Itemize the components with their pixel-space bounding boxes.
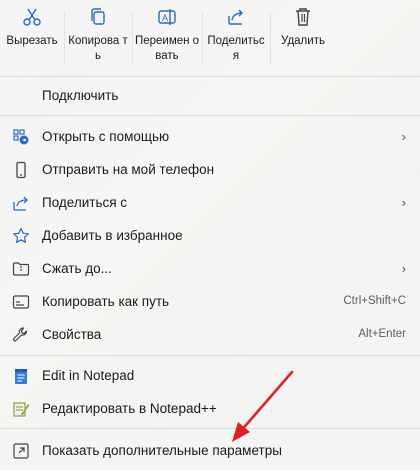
trash-icon bbox=[296, 8, 310, 26]
share-with-item[interactable]: Поделиться с › bbox=[0, 188, 420, 218]
notepad-plus-plus-icon bbox=[13, 402, 30, 417]
add-favorites-label: Добавить в избранное bbox=[42, 228, 183, 243]
menu-divider bbox=[0, 355, 420, 356]
share-icon bbox=[13, 196, 28, 211]
rename-icon: A bbox=[158, 9, 176, 25]
star-icon bbox=[13, 227, 29, 243]
menu-divider bbox=[0, 115, 420, 116]
open-with-icon bbox=[13, 129, 29, 145]
scissors-icon bbox=[23, 8, 41, 26]
edit-in-notepad-label: Edit in Notepad bbox=[42, 368, 135, 383]
edit-in-notepadpp-label: Редактировать в Notepad++ bbox=[42, 401, 217, 416]
cut-button[interactable]: Вырезать bbox=[4, 6, 60, 70]
toolbar-divider bbox=[132, 12, 133, 64]
copy-label: Копирова ть bbox=[68, 35, 128, 62]
toolbar-divider bbox=[202, 12, 203, 64]
context-menu: Вырезать Копирова ть A Переимен овать По… bbox=[0, 0, 420, 470]
chevron-right-icon: › bbox=[401, 195, 406, 210]
menu-divider bbox=[0, 76, 420, 77]
menu-divider bbox=[0, 428, 420, 429]
connect-label: Подключить bbox=[42, 88, 119, 103]
edit-in-notepad-item[interactable]: Edit in Notepad bbox=[0, 361, 420, 391]
wrench-icon bbox=[13, 327, 28, 342]
compress-label: Сжать до... bbox=[42, 261, 112, 276]
open-with-label: Открыть с помощью bbox=[42, 129, 170, 144]
share-button[interactable]: Поделитьс я bbox=[204, 6, 268, 70]
context-toolbar: Вырезать Копирова ть A Переимен овать По… bbox=[0, 0, 420, 74]
delete-label: Удалить bbox=[281, 35, 325, 47]
share-with-label: Поделиться с bbox=[42, 195, 128, 210]
open-with-item[interactable]: Открыть с помощью › bbox=[0, 122, 420, 152]
properties-shortcut: Alt+Enter bbox=[358, 328, 406, 340]
copy-icon bbox=[91, 8, 105, 25]
notepad-icon bbox=[15, 369, 27, 384]
delete-button[interactable]: Удалить bbox=[272, 6, 334, 70]
share-icon bbox=[228, 9, 243, 25]
folder-zip-icon bbox=[12, 262, 30, 276]
show-more-options-item[interactable]: Показать дополнительные параметры bbox=[0, 436, 420, 466]
annotation-arrow-icon bbox=[232, 370, 294, 442]
send-to-phone-label: Отправить на мой телефон bbox=[42, 162, 215, 177]
toolbar-divider bbox=[64, 12, 65, 64]
chevron-right-icon: › bbox=[401, 129, 406, 144]
svg-text:A: A bbox=[162, 13, 168, 23]
rename-label: Переимен овать bbox=[134, 35, 200, 62]
copy-as-path-label: Копировать как путь bbox=[42, 294, 170, 309]
rename-button[interactable]: A Переимен овать bbox=[134, 6, 200, 70]
copy-path-icon bbox=[12, 295, 30, 309]
chevron-right-icon: › bbox=[401, 261, 406, 276]
properties-label: Свойства bbox=[42, 327, 102, 342]
copy-as-path-item[interactable]: Копировать как путь Ctrl+Shift+C bbox=[0, 287, 420, 317]
phone-icon bbox=[16, 161, 26, 179]
add-favorites-item[interactable]: Добавить в избранное bbox=[0, 221, 420, 251]
compress-item[interactable]: Сжать до... › bbox=[0, 254, 420, 284]
toolbar-divider bbox=[270, 12, 271, 64]
share-label: Поделитьс я bbox=[207, 35, 265, 62]
connect-item[interactable]: Подключить bbox=[0, 81, 420, 111]
copy-as-path-shortcut: Ctrl+Shift+C bbox=[343, 295, 406, 307]
cut-label: Вырезать bbox=[6, 35, 58, 47]
expand-icon bbox=[13, 443, 29, 459]
edit-in-notepadpp-item[interactable]: Редактировать в Notepad++ bbox=[0, 394, 420, 424]
properties-item[interactable]: Свойства Alt+Enter bbox=[0, 320, 420, 350]
send-to-phone-item[interactable]: Отправить на мой телефон bbox=[0, 155, 420, 185]
copy-button[interactable]: Копирова ть bbox=[66, 6, 130, 70]
